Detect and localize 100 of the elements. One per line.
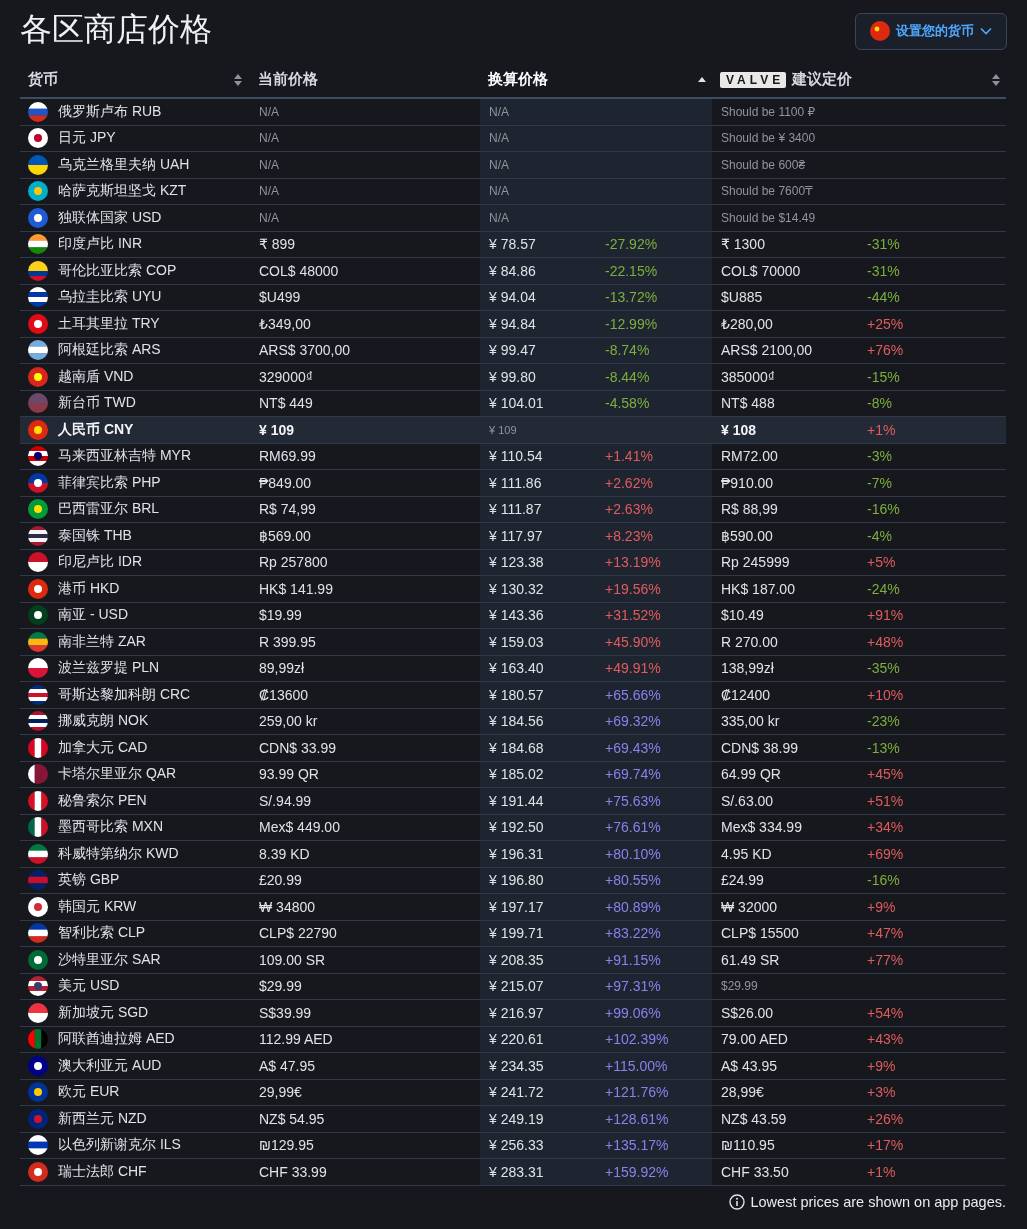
info-icon [729, 1193, 746, 1210]
current-price: N/A [259, 184, 279, 199]
suggested-price: ARS$ 2100,00 [721, 342, 814, 359]
suggested-price: S/.63.00 [721, 792, 775, 809]
currency-name: 阿根廷比索 ARS [58, 341, 161, 360]
suggested-price: Should be 600₴ [721, 157, 807, 172]
currency-name: 菲律宾比索 PHP [58, 473, 161, 492]
currency-name: 秘鲁索尔 PEN [58, 791, 147, 810]
suggested-price: Mex$ 334.99 [721, 819, 803, 836]
price-difference: -3% [867, 448, 892, 465]
flag-icon [28, 790, 48, 811]
flag-icon [28, 128, 48, 149]
price-difference: -8.44% [605, 368, 650, 385]
column-header[interactable]: 当前价格 [258, 70, 318, 89]
column-header[interactable]: 换算价格 [488, 70, 548, 89]
converted-price: ¥ 163.40 [489, 660, 545, 677]
suggested-price: £24.99 [721, 872, 765, 889]
flag-icon [28, 101, 48, 122]
current-price: ₪129.95 [259, 1137, 314, 1154]
column-header[interactable]: 货币 [28, 70, 58, 89]
currency-name: 新加坡元 SGD [58, 1003, 149, 1022]
price-difference: -4.58% [605, 395, 650, 412]
sort-icon[interactable] [234, 73, 242, 86]
currency-name: 墨西哥比索 MXN [58, 818, 163, 837]
suggested-price: $29.99 [721, 979, 759, 994]
converted-price: ¥ 196.31 [489, 845, 545, 862]
currency-name: 阿联酋迪拉姆 AED [58, 1030, 175, 1049]
current-price: S/.94.99 [259, 792, 312, 809]
converted-price: ¥ 111.87 [489, 501, 543, 518]
flag-icon [28, 737, 48, 758]
price-difference: -13.72% [605, 289, 658, 306]
price-difference: +2.62% [605, 474, 653, 491]
price-difference: +99.06% [605, 1004, 661, 1021]
current-price: ₺349,00 [259, 315, 311, 332]
currency-name: 南非兰特 ZAR [58, 632, 146, 651]
suggested-price: COL$ 70000 [721, 262, 802, 279]
price-difference: +2.63% [605, 501, 653, 518]
flag-icon [28, 552, 48, 573]
sort-ascending-icon[interactable] [698, 77, 706, 82]
current-price: ₱849.00 [259, 474, 312, 491]
price-difference: +83.22% [605, 925, 661, 942]
price-difference: +45% [867, 766, 904, 783]
flag-icon [28, 446, 48, 467]
currency-name: 俄罗斯卢布 RUB [58, 102, 162, 121]
converted-price: N/A [489, 184, 510, 199]
converted-price: ¥ 220.61 [489, 1031, 545, 1048]
converted-price: ¥ 196.80 [489, 872, 545, 889]
column-header[interactable]: 建议定价 [792, 70, 853, 89]
currency-button[interactable]: 设置您的货币 [855, 12, 1007, 50]
price-difference: -8% [867, 395, 892, 412]
flag-icon [28, 472, 48, 493]
price-difference: +13.19% [605, 554, 661, 571]
suggested-price: 28,99€ [721, 1084, 765, 1101]
flag-icon [28, 1029, 48, 1050]
flag-icon [28, 366, 48, 387]
flag-icon [28, 631, 48, 652]
price-difference: +76.61% [605, 819, 661, 836]
suggested-price: ₡12400 [721, 686, 772, 703]
converted-price: ¥ 94.84 [489, 315, 537, 332]
suggested-price: ₩ 32000 [721, 898, 779, 915]
suggested-price: S$26.00 [721, 1004, 775, 1021]
price-difference: +80.10% [605, 845, 661, 862]
sort-icon[interactable] [992, 73, 1000, 86]
flag-icon [28, 1135, 48, 1156]
suggested-price: ฿590.00 [721, 527, 774, 544]
converted-price: ¥ 249.19 [489, 1110, 545, 1127]
valve-badge: VALVE [720, 71, 787, 88]
suggested-price: NZ$ 43.59 [721, 1110, 788, 1127]
flag-icon [28, 870, 48, 891]
converted-price: ¥ 256.33 [489, 1137, 545, 1154]
converted-price: N/A [489, 104, 510, 119]
converted-price: ¥ 143.36 [489, 607, 545, 624]
converted-price: ¥ 109 [489, 423, 518, 436]
converted-price: ¥ 78.57 [489, 236, 537, 253]
price-difference: +128.61% [605, 1110, 669, 1127]
current-price: CLP$ 22790 [259, 925, 337, 942]
converted-price: ¥ 184.68 [489, 739, 545, 756]
converted-price: ¥ 130.32 [489, 580, 545, 597]
suggested-price: ₹ 1300 [721, 236, 766, 253]
current-price: ¥ 109 [259, 421, 295, 438]
price-difference: +135.17% [605, 1137, 669, 1154]
price-difference: +8.23% [605, 527, 653, 544]
currency-name: 土耳其里拉 TRY [58, 314, 160, 333]
currency-name: 南亚 - USD [58, 606, 128, 625]
price-difference: +69.74% [605, 766, 661, 783]
converted-price: ¥ 99.80 [489, 368, 537, 385]
price-difference: +49.91% [605, 660, 661, 677]
currency-name: 科威特第纳尔 KWD [58, 844, 179, 863]
currency-name: 越南盾 VND [58, 367, 134, 386]
price-difference: +69.43% [605, 739, 661, 756]
price-difference: +77% [867, 951, 904, 968]
price-difference: +9% [867, 898, 896, 915]
current-price: NZ$ 54.95 [259, 1110, 325, 1127]
price-difference: +1% [867, 1163, 896, 1180]
suggested-price: CHF 33.50 [721, 1163, 790, 1180]
page-title: 各区商店价格 [20, 10, 212, 49]
price-difference: -16% [867, 872, 900, 889]
suggested-price: CDN$ 38.99 [721, 739, 800, 756]
currency-name: 哥斯达黎加科朗 CRC [58, 685, 191, 704]
converted-price: ¥ 283.31 [489, 1163, 545, 1180]
